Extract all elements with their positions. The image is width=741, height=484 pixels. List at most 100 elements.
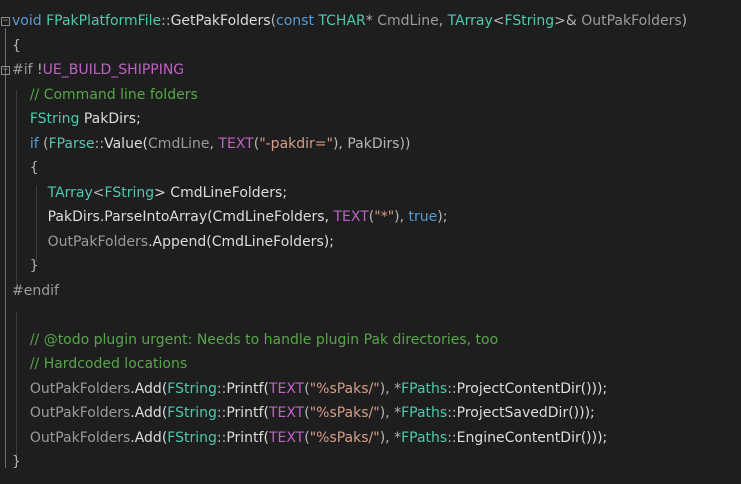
code-token: // Command line folders [29, 86, 198, 103]
code-token: TEXT [333, 209, 369, 225]
code-token: void [12, 13, 42, 29]
code-token: #endif [12, 282, 59, 299]
code-line[interactable]: { [0, 156, 741, 181]
code-token: TArray [447, 13, 493, 29]
code-token: ProjectSavedDir())); [456, 405, 595, 421]
code-line[interactable]: // Hardcoded locations [0, 352, 741, 377]
code-token: OutPakFolders [29, 405, 131, 421]
code-text: // Command line folders [12, 83, 198, 108]
code-token: .Add( [130, 429, 168, 446]
code-token: .Add( [130, 380, 168, 397]
code-line[interactable]: } [0, 254, 741, 279]
code-text: #if !UE_BUILD_SHIPPING [12, 58, 184, 83]
code-token: < [92, 184, 105, 201]
code-token: :: [161, 13, 171, 29]
code-token: FString [29, 111, 80, 127]
code-token: OutPakFolders [581, 13, 682, 29]
code-token: .Append(CmdLineFolders); [148, 233, 334, 250]
code-token: Printf( [226, 429, 269, 446]
code-token: ProjectContentDir())); [456, 380, 608, 397]
code-token: PakDirs.ParseIntoArray(CmdLineFolders, [47, 209, 334, 225]
code-token: } [12, 258, 39, 274]
code-text: // @todo plugin urgent: Needs to handle … [12, 328, 498, 353]
code-token: GetPakFolders [170, 13, 271, 29]
code-token: TEXT [218, 135, 254, 152]
code-line[interactable]: // Command line folders [0, 83, 741, 108]
code-line[interactable]: void FPakPlatformFile::GetPakFolders(con… [0, 9, 741, 34]
code-line[interactable]: { [0, 34, 741, 59]
code-token: ), * [379, 429, 402, 446]
code-token: CmdLine [377, 13, 439, 29]
code-token: FPakPlatformFile [41, 13, 162, 29]
code-token: :: [447, 429, 457, 446]
code-text: { [12, 34, 21, 59]
code-token: { [12, 160, 39, 176]
code-line[interactable]: PakDirs.ParseIntoArray(CmdLineFolders, T… [0, 205, 741, 230]
code-line[interactable]: if (FParse::Value(CmdLine, TEXT("-pakdir… [0, 132, 741, 157]
code-token: ) [681, 13, 688, 29]
code-line[interactable]: OutPakFolders.Add(FString::Printf(TEXT("… [0, 401, 741, 426]
code-token: OutPakFolders [47, 233, 149, 250]
code-line[interactable]: #endif [0, 279, 741, 304]
collapse-icon[interactable] [1, 66, 10, 75]
code-token: :: [94, 135, 105, 152]
code-token: OutPakFolders [29, 380, 131, 397]
code-token: const [276, 13, 314, 29]
code-text: #endif [12, 279, 59, 304]
code-token: FPaths [401, 429, 448, 446]
code-token: "%sPaks/" [309, 380, 380, 397]
code-editor[interactable]: void FPakPlatformFile::GetPakFolders(con… [0, 0, 741, 484]
code-token: FString [167, 429, 217, 446]
code-token: ); [437, 209, 448, 225]
code-token: TEXT [268, 405, 305, 421]
code-token: * [365, 13, 378, 29]
code-token: :: [447, 380, 457, 397]
code-line[interactable]: OutPakFolders.Add(FString::Printf(TEXT("… [0, 377, 741, 402]
code-token: TEXT [268, 429, 305, 446]
code-line[interactable]: TArray<FString> CmdLineFolders; [0, 181, 741, 206]
code-token: FString [504, 13, 555, 29]
code-token: "%sPaks/" [309, 405, 380, 421]
code-token: UE_BUILD_SHIPPING [42, 62, 185, 78]
code-text: } [12, 450, 21, 475]
code-text: OutPakFolders.Add(FString::Printf(TEXT("… [12, 426, 607, 451]
code-text: FString PakDirs; [12, 107, 141, 132]
collapse-icon[interactable] [1, 17, 10, 26]
code-text: OutPakFolders.Add(FString::Printf(TEXT("… [12, 377, 607, 402]
code-token: TEXT [268, 380, 305, 397]
code-token: ), [394, 209, 409, 225]
code-token: Value( [104, 135, 149, 152]
code-line[interactable]: FString PakDirs; [0, 107, 741, 132]
code-line[interactable]: OutPakFolders.Add(FString::Printf(TEXT("… [0, 426, 741, 451]
code-token: FString [167, 380, 217, 397]
code-line[interactable] [0, 303, 741, 328]
code-token: > CmdLineFolders; [154, 184, 288, 201]
code-token: FParse [48, 135, 95, 152]
code-token: // Hardcoded locations [29, 356, 188, 372]
code-token: TArray [47, 184, 93, 201]
code-token: "*" [374, 209, 395, 225]
code-line[interactable]: OutPakFolders.Append(CmdLineFolders); [0, 230, 741, 255]
code-token: >& [554, 13, 582, 29]
code-line[interactable]: } [0, 450, 741, 475]
code-token: FPaths [401, 405, 448, 421]
code-token: :: [216, 429, 227, 446]
code-token: , [438, 13, 448, 29]
code-token: :: [216, 405, 227, 421]
code-token: OutPakFolders [29, 429, 131, 446]
code-token: PakDirs; [79, 111, 141, 127]
code-line[interactable]: // @todo plugin urgent: Needs to handle … [0, 328, 741, 353]
code-token: ), * [379, 405, 402, 421]
code-token: true [408, 209, 438, 225]
code-text: } [12, 254, 39, 279]
code-text: // Hardcoded locations [12, 352, 187, 377]
code-line[interactable]: #if !UE_BUILD_SHIPPING [0, 58, 741, 83]
